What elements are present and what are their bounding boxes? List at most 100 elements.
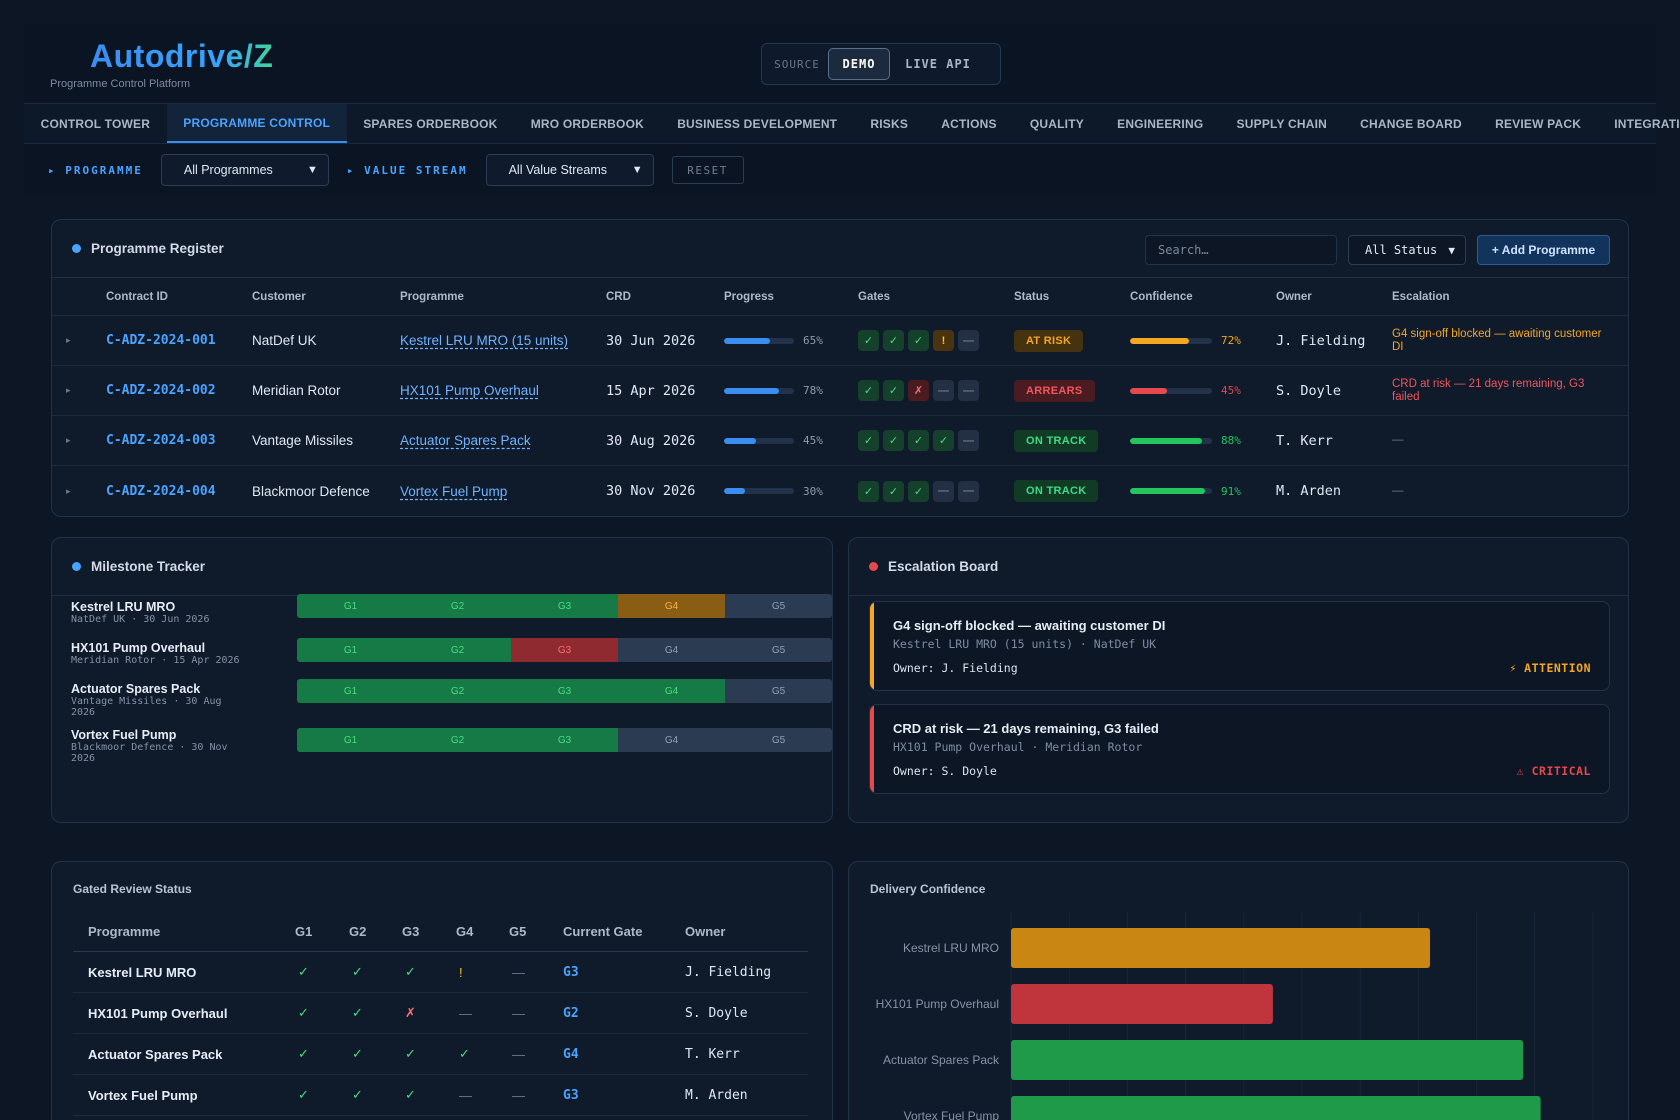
confidence-bar[interactable] bbox=[1011, 1040, 1524, 1080]
table-row[interactable]: ▸ C-ADZ-2024-004 Blackmoor Defence Vortex F… bbox=[52, 466, 1628, 516]
tab-mro-orderbook[interactable]: MRO ORDERBOOK bbox=[514, 104, 660, 143]
tab-business-development[interactable]: BUSINESS DEVELOPMENT bbox=[661, 104, 854, 143]
status-cell: ON TRACK bbox=[1014, 466, 1099, 516]
add-programme-button[interactable]: + Add Programme bbox=[1477, 235, 1610, 265]
contract-id[interactable]: C-ADZ-2024-001 bbox=[106, 316, 216, 365]
escalation-card[interactable]: G4 sign-off blocked — awaiting customer … bbox=[869, 601, 1610, 691]
milestone-gate-segment: G5 bbox=[725, 728, 832, 752]
gate-indicators: ✓ ✓ ✗ — — bbox=[858, 380, 979, 401]
gate-pass-icon: ✓ bbox=[883, 330, 904, 351]
gate-pass-icon: ✓ bbox=[298, 964, 309, 979]
contract-id[interactable]: C-ADZ-2024-004 bbox=[106, 466, 216, 516]
expand-row-icon[interactable]: ▸ bbox=[66, 316, 71, 365]
tab-review-pack[interactable]: REVIEW PACK bbox=[1479, 104, 1598, 143]
tab-programme-control[interactable]: PROGRAMME CONTROL bbox=[166, 104, 347, 143]
column-header: Confidence bbox=[1130, 290, 1193, 303]
table-row[interactable]: Actuator Spares Pack ✓ ✓ ✓ ✓ — G4 T. Kerr bbox=[73, 1034, 808, 1075]
expand-row-icon[interactable]: ▸ bbox=[66, 466, 71, 516]
contract-id[interactable]: C-ADZ-2024-003 bbox=[106, 416, 216, 465]
tab-spares-orderbook[interactable]: SPARES ORDERBOOK bbox=[347, 104, 515, 143]
confidence-percent: 88% bbox=[1221, 434, 1241, 447]
tab-actions[interactable]: ACTIONS bbox=[925, 104, 1014, 143]
gate-indicators: ✓ ✓ ✓! — bbox=[858, 330, 979, 351]
tab-engineering[interactable]: ENGINEERING bbox=[1101, 104, 1220, 143]
brand-subtitle: Programme Control Platform bbox=[50, 78, 190, 90]
programme-select[interactable]: All Programmes ▼ bbox=[160, 154, 329, 186]
expand-row-icon[interactable]: ▸ bbox=[66, 416, 71, 465]
chart-category-label: Vortex Fuel Pump bbox=[904, 1109, 1000, 1120]
status-cell: ARREARS bbox=[1014, 366, 1095, 415]
tab-control-tower[interactable]: CONTROL TOWER bbox=[24, 104, 167, 143]
column-header: Owner bbox=[685, 924, 726, 939]
owner-name: T. Kerr bbox=[685, 1046, 740, 1062]
table-row[interactable]: ▸ C-ADZ-2024-002 Meridian Rotor HX101 Pump … bbox=[52, 366, 1628, 416]
gate-indicators: ✓ ✓ ✓ ✓ — bbox=[858, 430, 979, 451]
tab-quality[interactable]: QUALITY bbox=[1013, 104, 1100, 143]
table-row[interactable]: HX101 Pump Overhaul ✓ ✓ ✗ — — G2 S. Doyle bbox=[73, 993, 808, 1034]
table-row[interactable]: Kestrel LRU MRO ✓ ✓ ✓! — G3 J. Fielding bbox=[73, 952, 808, 993]
table-row[interactable]: ▸ C-ADZ-2024-003 Vantage Missiles Actuator … bbox=[52, 416, 1628, 466]
owner-name: S. Doyle bbox=[1276, 382, 1342, 399]
gate-pass-icon: ✓ bbox=[459, 1046, 470, 1061]
escalation-note: G4 sign-off blocked — awaiting customer … bbox=[1392, 327, 1602, 353]
chevron-down-icon: ▼ bbox=[306, 164, 318, 176]
programme-link[interactable]: HX101 Pump Overhaul bbox=[400, 366, 539, 415]
filter-bar: ▸ PROGRAMME All Programmes ▼ ▸ VALUE STR… bbox=[24, 144, 1656, 196]
register-search-input[interactable]: Search… bbox=[1145, 235, 1337, 265]
milestone-gate-segment: G2 bbox=[404, 679, 511, 703]
value-stream-select[interactable]: All Value Streams ▼ bbox=[485, 154, 654, 186]
expand-row-icon[interactable]: ▸ bbox=[66, 366, 71, 415]
reset-button[interactable]: RESET bbox=[671, 156, 744, 184]
register-status-value: All Status bbox=[1365, 243, 1438, 257]
status-badge: ON TRACK bbox=[1014, 480, 1099, 502]
gate-none-icon: — bbox=[459, 1087, 472, 1103]
confidence-cell: 91% bbox=[1130, 466, 1241, 516]
milestone-gate-bar: G1 G2 G3 G4 G5 bbox=[297, 728, 832, 752]
programme-link[interactable]: Kestrel LRU MRO (15 units) bbox=[400, 316, 568, 365]
milestone-tracker-panel: Milestone Tracker Kestrel LRU MRO NatDef … bbox=[51, 537, 833, 823]
milestone-gate-segment: G3 bbox=[511, 679, 618, 703]
crd-date: 15 Apr 2026 bbox=[606, 382, 696, 399]
escalation-card[interactable]: CRD at risk — 21 days remaining, G3 fail… bbox=[869, 704, 1610, 794]
owner-name: T. Kerr bbox=[1276, 432, 1333, 449]
confidence-bar[interactable] bbox=[1011, 1096, 1541, 1120]
source-live-api-button[interactable]: LIVE API bbox=[890, 48, 986, 80]
milestone-programme-meta: Blackmoor Defence · 30 Nov 2026 bbox=[71, 742, 228, 764]
delivery-confidence-chart: Kestrel LRU MRO HX101 Pump Overhaul Actuat… bbox=[876, 912, 1594, 1120]
status-dot-icon bbox=[72, 244, 81, 253]
programme-link[interactable]: Vortex Fuel Pump bbox=[400, 466, 507, 516]
gate-pass-icon: ✓ bbox=[405, 1046, 416, 1061]
tab-risks[interactable]: RISKS bbox=[854, 104, 925, 143]
column-header: Contract ID bbox=[106, 290, 168, 303]
milestone-gate-segment: G2 bbox=[404, 728, 511, 752]
escalation-owner: Owner: J. Fielding bbox=[893, 661, 1018, 675]
gate-indicators: ✓ ✓ ✓ — — bbox=[858, 480, 979, 502]
progress-bar bbox=[724, 387, 794, 394]
programme-link[interactable]: Actuator Spares Pack bbox=[400, 416, 531, 465]
tab-change-board[interactable]: CHANGE BOARD bbox=[1344, 104, 1479, 143]
source-demo-button[interactable]: DEMO bbox=[828, 48, 890, 80]
confidence-bar[interactable] bbox=[1011, 928, 1431, 968]
table-row[interactable]: Vortex Fuel Pump ✓ ✓ ✓ — — G3 M. Arden bbox=[73, 1075, 808, 1116]
register-status-select[interactable]: All Status ▼ bbox=[1348, 235, 1466, 265]
column-header: G3 bbox=[402, 924, 420, 939]
gate-pass-icon: ✓ bbox=[908, 480, 929, 502]
milestone-row: HX101 Pump Overhaul Meridian Rotor · 15 A… bbox=[71, 638, 832, 666]
tab-supply-chain[interactable]: SUPPLY CHAIN bbox=[1220, 104, 1344, 143]
gate-pass-icon: ✓ bbox=[352, 1046, 363, 1061]
milestone-gate-segment: G1 bbox=[297, 594, 404, 618]
milestone-gate-segment: G3 bbox=[511, 728, 618, 752]
gate-warn-icon: ! bbox=[933, 330, 954, 351]
column-header: Customer bbox=[252, 290, 306, 303]
confidence-percent: 45% bbox=[1221, 384, 1241, 397]
gates-cell: ✓ ✓ ✓ ✓ — bbox=[858, 416, 979, 465]
tab-integrations[interactable]: INTEGRATIONS bbox=[1598, 104, 1680, 143]
milestone-gate-bar: G1 G2 G3 G4 G5 bbox=[297, 638, 832, 662]
table-row[interactable]: ▸ C-ADZ-2024-001 NatDef UK Kestrel LRU MRO … bbox=[52, 316, 1628, 366]
confidence-bar[interactable] bbox=[1011, 984, 1273, 1024]
register-header-row: Contract ID Customer Programme CRD Progress G… bbox=[52, 278, 1628, 316]
gated-review-table: Programme G1 G2 G3 G4 G5 Current Gate Owner Kest… bbox=[73, 912, 808, 1116]
app-shell: Autodrive/Z Programme Control Platform S… bbox=[24, 24, 1680, 196]
status-badge: AT RISK bbox=[1014, 329, 1084, 352]
contract-id[interactable]: C-ADZ-2024-002 bbox=[106, 366, 216, 415]
